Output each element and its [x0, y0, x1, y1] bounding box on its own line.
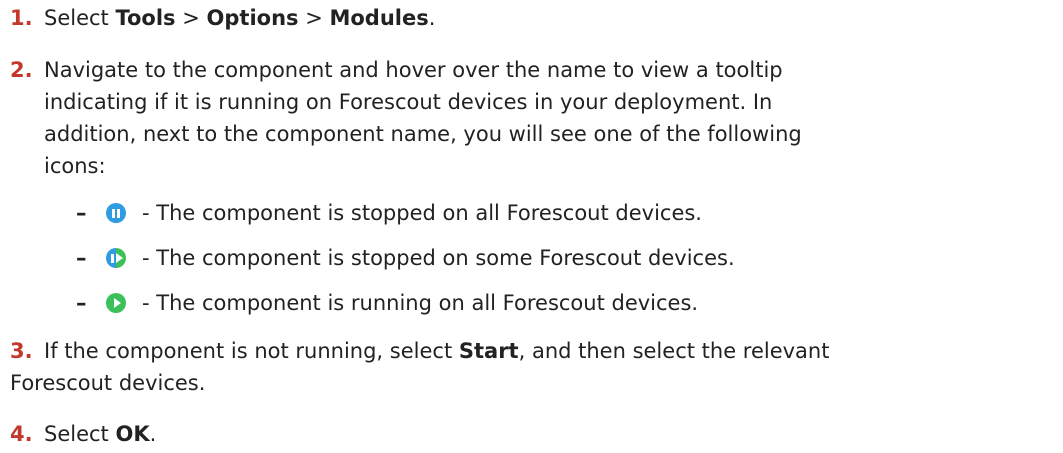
icon-description: - The component is running on all Foresc…	[142, 291, 699, 315]
dash-bullet: –	[76, 201, 87, 225]
text-line: icons:	[44, 154, 106, 178]
ok-label: OK	[115, 422, 150, 446]
separator: >	[298, 6, 330, 30]
text-run: .	[428, 6, 436, 30]
step-2: 2. Navigate to the component and hover o…	[10, 54, 1059, 182]
step-text: Select Tools > Options > Modules.	[44, 2, 1059, 34]
start-label: Start	[458, 339, 519, 363]
text-line: Forescout devices.	[10, 371, 206, 395]
step-text: Select OK.	[44, 418, 1059, 450]
separator: >	[175, 6, 207, 30]
icon-list-item-running-all: – - The component is running on all Fore…	[76, 287, 1059, 319]
icon-list-item-stopped-all: – - The component is stopped on all Fore…	[76, 197, 1059, 229]
step-text: Navigate to the component and hover over…	[44, 54, 1059, 182]
step-3: 3. If the component is not running, sele…	[10, 335, 1059, 399]
menu-options: Options	[206, 6, 299, 30]
text-line: indicating if it is running on Forescout…	[44, 90, 773, 114]
dash-bullet: –	[76, 246, 87, 270]
step-number: 3.	[10, 339, 33, 363]
pause-icon	[106, 203, 126, 223]
partial-icon	[106, 248, 126, 268]
text-run: , and then select the relevant	[518, 339, 830, 363]
menu-modules: Modules	[329, 6, 429, 30]
instructions-document: 1. Select Tools > Options > Modules. 2. …	[0, 0, 1063, 453]
text-run: .	[149, 422, 157, 446]
icon-list-item-stopped-some: – - The component is stopped on some For…	[76, 242, 1059, 274]
step-4: 4. Select OK.	[10, 418, 1059, 450]
step-number: 2.	[10, 58, 33, 82]
step-text: If the component is not running, select …	[10, 335, 1059, 399]
step-1: 1. Select Tools > Options > Modules.	[10, 2, 1059, 34]
text-run: Select	[44, 6, 116, 30]
text-run: If the component is not running, select	[44, 339, 459, 363]
text-line: addition, next to the component name, yo…	[44, 122, 802, 146]
icon-description: - The component is stopped on some Fores…	[142, 246, 735, 270]
step-number: 1.	[10, 6, 33, 30]
step-number: 4.	[10, 422, 33, 446]
text-line: Navigate to the component and hover over…	[44, 58, 783, 82]
icon-description: - The component is stopped on all Foresc…	[142, 201, 702, 225]
menu-tools: Tools	[115, 6, 176, 30]
text-run: Select	[44, 422, 116, 446]
play-icon	[106, 293, 126, 313]
dash-bullet: –	[76, 291, 87, 315]
